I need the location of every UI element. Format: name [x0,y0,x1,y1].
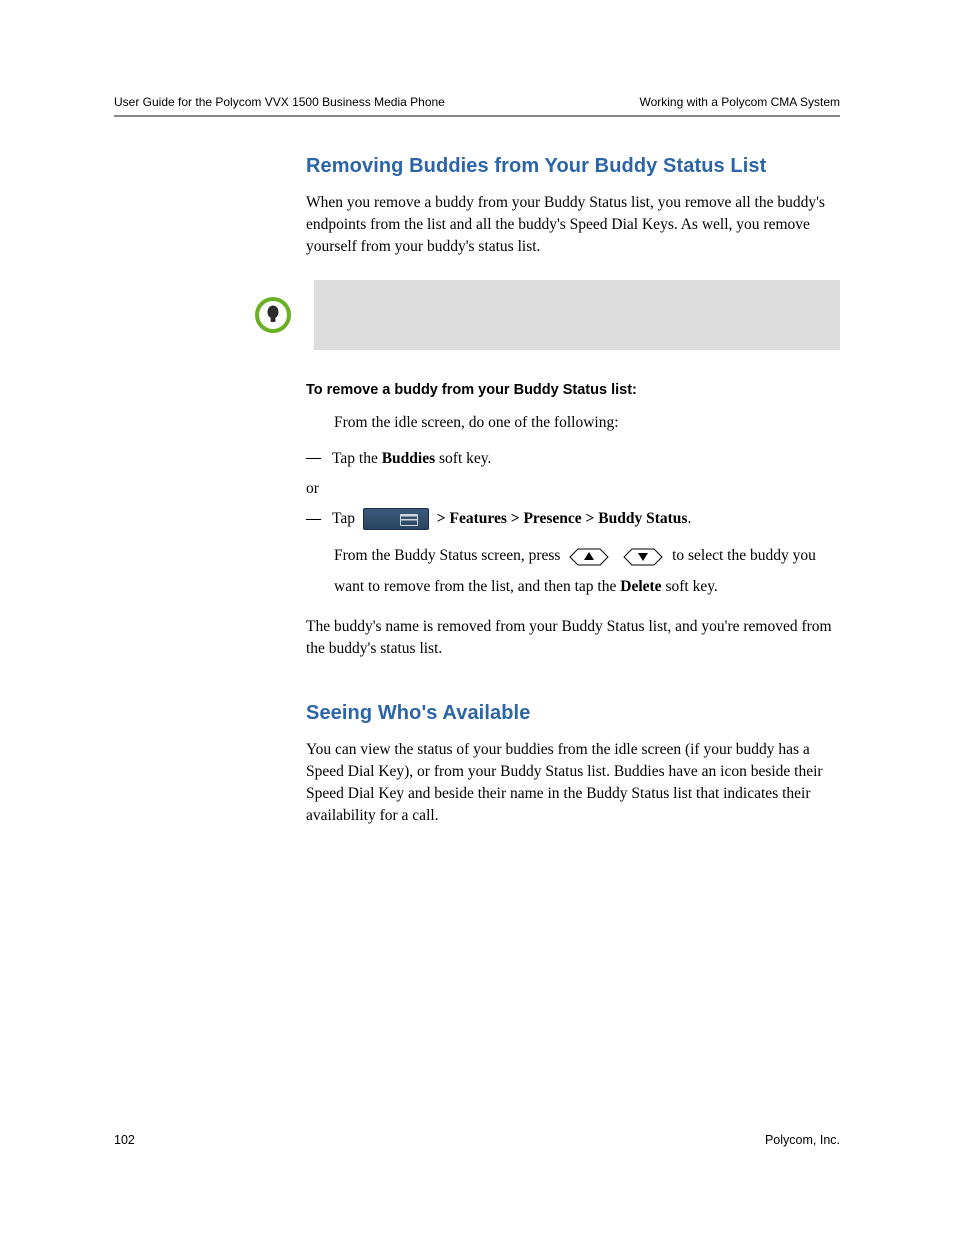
section-outro: The buddy's name is removed from your Bu… [306,616,840,660]
or-text: or [306,480,840,498]
up-arrow-button-icon [568,546,610,568]
menu-button-icon [363,508,429,530]
header-left: User Guide for the Polycom VVX 1500 Busi… [114,95,445,109]
running-header: User Guide for the Polycom VVX 1500 Busi… [114,95,840,117]
note-callout [254,280,840,350]
footer-company: Polycom, Inc. [765,1133,840,1147]
bullet1-bold: Buddies [382,450,435,467]
procedure-heading: To remove a buddy from your Buddy Status… [306,382,840,398]
tip-icon [254,296,292,334]
bullet1-suffix: soft key. [435,450,491,467]
step2-mid-a: to select the [672,547,750,564]
bullet2-suffix: . [687,510,691,527]
dash-icon: — [306,448,320,469]
section-title-removing: Removing Buddies from Your Buddy Status … [306,155,840,178]
page-footer: 102 Polycom, Inc. [114,1133,840,1147]
section-intro: When you remove a buddy from your Buddy … [306,192,840,258]
down-arrow-button-icon [622,546,664,568]
bullet-tap-buddies: — Tap the Buddies soft key. [306,448,840,470]
note-body-placeholder [314,280,840,350]
header-right: Working with a Polycom CMA System [639,95,840,109]
step2-suffix: soft key. [662,578,718,595]
bullet2-path: > Features > Presence > Buddy Status [433,510,688,527]
step-intro: From the idle screen, do one of the foll… [334,412,840,434]
step-select-buddy: From the Buddy Status screen, press to s… [334,540,840,602]
bullet-tap-menu-path: — Tap > Features > Presence > Buddy Stat… [306,508,840,530]
section-title-seeing: Seeing Who's Available [306,702,840,725]
section2-body: You can view the status of your buddies … [306,739,840,827]
bullet2-prefix: Tap [332,510,359,527]
bullet1-prefix: Tap the [332,450,382,467]
step2-bold: Delete [620,578,661,595]
dash-icon: — [306,509,320,530]
page-number: 102 [114,1133,135,1147]
step2-prefix: From the Buddy Status screen, press [334,547,564,564]
